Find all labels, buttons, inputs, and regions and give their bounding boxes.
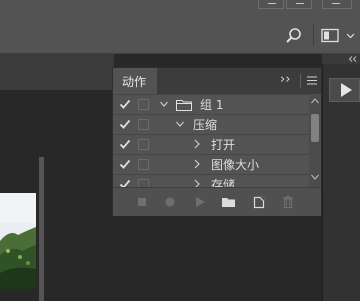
checkmark-icon[interactable]: [119, 138, 131, 150]
chevron-right-icon[interactable]: [193, 179, 201, 187]
window-minimize-button[interactable]: [258, 0, 284, 9]
panel-expand-button[interactable]: ››: [280, 72, 290, 87]
action-step-row[interactable]: 图像大小: [113, 154, 309, 174]
action-step-row-clip: 存储: [113, 174, 309, 187]
dialog-toggle-box[interactable]: [138, 119, 149, 130]
new-action-icon[interactable]: [252, 195, 266, 209]
actions-panel-icon: [341, 83, 352, 97]
chevron-down-icon[interactable]: [160, 99, 168, 109]
options-divider: [313, 24, 314, 46]
dock-actions-button[interactable]: [329, 78, 360, 102]
dialog-toggle-box[interactable]: [138, 139, 149, 150]
canvas-scrollbar[interactable]: [39, 157, 44, 301]
action-set-row[interactable]: 组 1: [113, 94, 309, 114]
panel-scroll-thumb[interactable]: [311, 114, 319, 142]
tab-actions[interactable]: 动作: [113, 68, 157, 94]
search-icon[interactable]: [285, 27, 303, 45]
delete-icon[interactable]: [281, 195, 295, 209]
chevron-right-icon[interactable]: [193, 139, 201, 149]
tab-actions-label: 动作: [122, 75, 147, 89]
document-tab-strip: [0, 54, 114, 90]
action-row[interactable]: 压缩: [113, 114, 309, 134]
stop-icon[interactable]: [135, 195, 149, 209]
checkmark-icon[interactable]: [119, 178, 131, 187]
action-step-row[interactable]: 打开: [113, 134, 309, 154]
landscape-image: [0, 193, 36, 289]
panel-menu-icon[interactable]: [307, 76, 317, 85]
header-divider: [300, 74, 301, 88]
action-set-label: 组 1: [200, 98, 224, 112]
window-close-button[interactable]: [322, 0, 352, 9]
record-icon[interactable]: [163, 195, 177, 209]
scroll-down-icon[interactable]: [311, 174, 319, 180]
panel-header: 动作 ››: [113, 68, 321, 94]
action-step-label: 存储: [211, 178, 236, 187]
action-step-row[interactable]: 存储: [113, 174, 309, 187]
actions-panel: 动作 ›› 组 1 压缩 打开 图像大小 存储: [112, 67, 322, 216]
workspace-switcher-icon[interactable]: [321, 28, 360, 44]
checkmark-icon[interactable]: [119, 158, 131, 170]
checkmark-icon[interactable]: [119, 118, 131, 130]
chevron-down-icon[interactable]: [176, 119, 184, 129]
options-bar: [0, 12, 360, 54]
panel-footer: [113, 187, 321, 216]
dock-collapse-bar[interactable]: [322, 54, 360, 64]
action-step-label: 图像大小: [211, 158, 260, 172]
double-chevron-left-icon[interactable]: [348, 56, 358, 62]
scroll-up-icon[interactable]: [311, 98, 319, 104]
chevron-right-icon[interactable]: [193, 159, 201, 169]
dialog-toggle-box[interactable]: [138, 99, 149, 110]
checkmark-icon[interactable]: [119, 98, 131, 110]
dialog-toggle-box[interactable]: [138, 179, 149, 187]
action-label: 压缩: [193, 118, 218, 132]
dialog-toggle-box[interactable]: [138, 159, 149, 170]
window-restore-button[interactable]: [286, 0, 312, 9]
document-image: [0, 193, 36, 289]
action-step-label: 打开: [211, 138, 236, 152]
folder-icon: [176, 100, 192, 111]
new-set-icon[interactable]: [221, 195, 237, 209]
play-icon[interactable]: [193, 195, 207, 209]
